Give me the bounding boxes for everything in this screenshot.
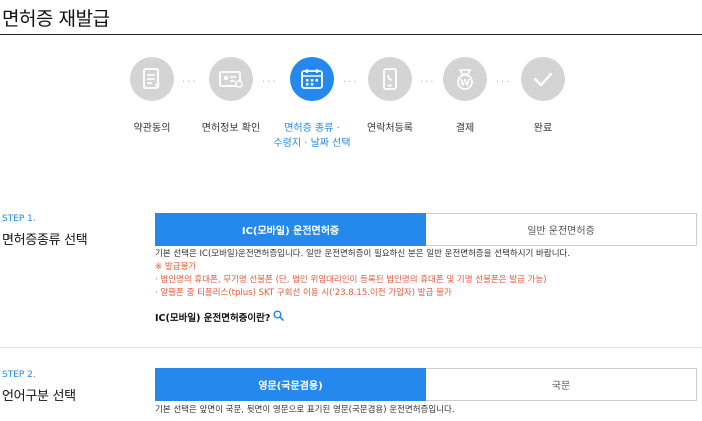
language-selector: 영문(국문겸용) 국문 bbox=[155, 368, 697, 401]
stepper-step-license-type: 면허증 종류 · 수령지 · 날짜 선택 bbox=[267, 57, 357, 151]
id-card-icon bbox=[209, 57, 253, 101]
step1-title: 면허증종류 선택 bbox=[2, 233, 88, 248]
stepper-label-terms: 약관동의 bbox=[133, 123, 171, 134]
stepper-label-license-type: 면허증 종류 · 수령지 · 날짜 선택 bbox=[273, 123, 351, 149]
check-icon bbox=[521, 57, 565, 101]
option-regular-license[interactable]: 일반 운전면허증 bbox=[426, 213, 697, 246]
stepper-step-complete: 완료 bbox=[498, 57, 588, 136]
document-icon bbox=[130, 57, 174, 101]
step2-description: 기본 선택은 앞면이 국문, 뒷면이 영문으로 표기된 영문(국문겸용) 운전면… bbox=[155, 405, 455, 415]
calendar-icon bbox=[290, 57, 334, 101]
phone-icon bbox=[368, 57, 412, 101]
step2-tag: STEP 2. bbox=[2, 370, 36, 380]
stepper-step-terms: 약관동의 bbox=[107, 57, 197, 136]
stepper-label-complete: 완료 bbox=[533, 123, 553, 134]
option-ic-mobile-license[interactable]: IC(모바일) 운전면허증 bbox=[155, 213, 426, 246]
step2-title: 언어구분 선택 bbox=[2, 389, 76, 404]
stepper-step-license-info: 면허정보 확인 bbox=[186, 57, 276, 136]
payment-icon: W bbox=[443, 57, 487, 101]
option-korean[interactable]: 국문 bbox=[426, 368, 697, 401]
option-english-korean[interactable]: 영문(국문겸용) bbox=[155, 368, 426, 401]
stepper-label-payment: 결제 bbox=[455, 123, 475, 134]
notice-item: · 법인명의 휴대폰, 무기명 선불폰 (단, 법인 위임대리인이 등록된 법인… bbox=[155, 275, 547, 285]
section-divider bbox=[0, 347, 702, 348]
step1-description: 기본 선택은 IC(모바일)운전면허증입니다. 일반 운전면허증이 필요하신 분… bbox=[155, 249, 571, 259]
stepper-step-payment: W 결제 bbox=[420, 57, 510, 136]
search-icon bbox=[273, 310, 285, 324]
page-title: 면허증 재발급 bbox=[2, 8, 110, 30]
license-type-selector: IC(모바일) 운전면허증 일반 운전면허증 bbox=[155, 213, 697, 246]
title-divider bbox=[0, 34, 702, 35]
svg-text:W: W bbox=[460, 79, 470, 89]
notice-title: ※ 발급불가 bbox=[155, 262, 197, 272]
stepper-label-license-info: 면허정보 확인 bbox=[201, 123, 261, 134]
notice-item: · 알뜰폰 중 티플러스(tplus) SKT 구회선 이용 시('23.8.1… bbox=[155, 288, 452, 298]
ic-license-info-label: IC(모바일) 운전면허증이란? bbox=[155, 313, 271, 324]
step1-tag: STEP 1. bbox=[2, 214, 36, 224]
ic-license-info-link[interactable]: IC(모바일) 운전면허증이란? bbox=[155, 310, 285, 324]
